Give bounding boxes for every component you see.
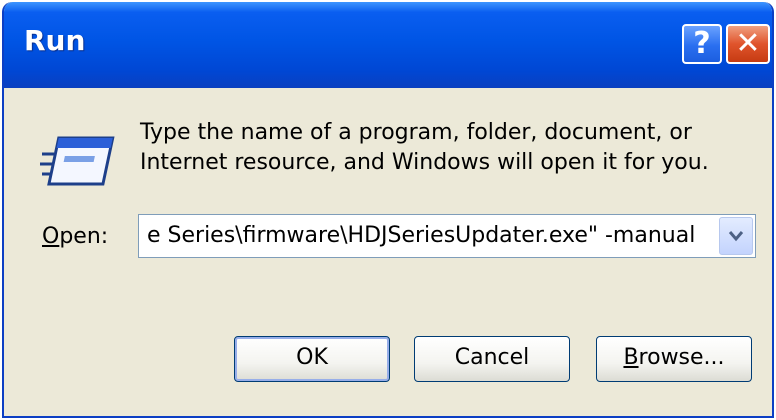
open-label: Open: xyxy=(42,224,108,249)
run-program-icon xyxy=(40,136,115,186)
chevron-down-icon xyxy=(728,231,744,242)
ok-button[interactable]: OK xyxy=(234,336,390,382)
help-button[interactable]: ? xyxy=(682,24,722,64)
browse-accelerator: B xyxy=(623,345,639,370)
dialog-body: Type the name of a program, folder, docu… xyxy=(4,88,772,416)
description-line-1: Type the name of a program, folder, docu… xyxy=(140,120,692,145)
run-dialog: Run ? ✕ Type the name of a program, fold… xyxy=(2,2,774,418)
open-label-text: pen: xyxy=(59,224,109,249)
browse-button[interactable]: Browse... xyxy=(596,336,752,382)
description-line-2: Internet resource, and Windows will open… xyxy=(140,150,709,175)
run-description: Type the name of a program, folder, docu… xyxy=(140,118,740,178)
window-title: Run xyxy=(24,24,86,57)
title-bar[interactable]: Run ? ✕ xyxy=(4,2,772,88)
open-label-accelerator: O xyxy=(42,224,60,249)
open-input[interactable]: e Series\firmware\HDJSeriesUpdater.exe" … xyxy=(147,223,707,248)
dropdown-button[interactable] xyxy=(719,217,753,255)
close-button[interactable]: ✕ xyxy=(726,24,770,64)
browse-label: rowse... xyxy=(638,345,725,370)
cancel-button[interactable]: Cancel xyxy=(414,336,570,382)
open-combobox[interactable]: e Series\firmware\HDJSeriesUpdater.exe" … xyxy=(138,214,756,258)
